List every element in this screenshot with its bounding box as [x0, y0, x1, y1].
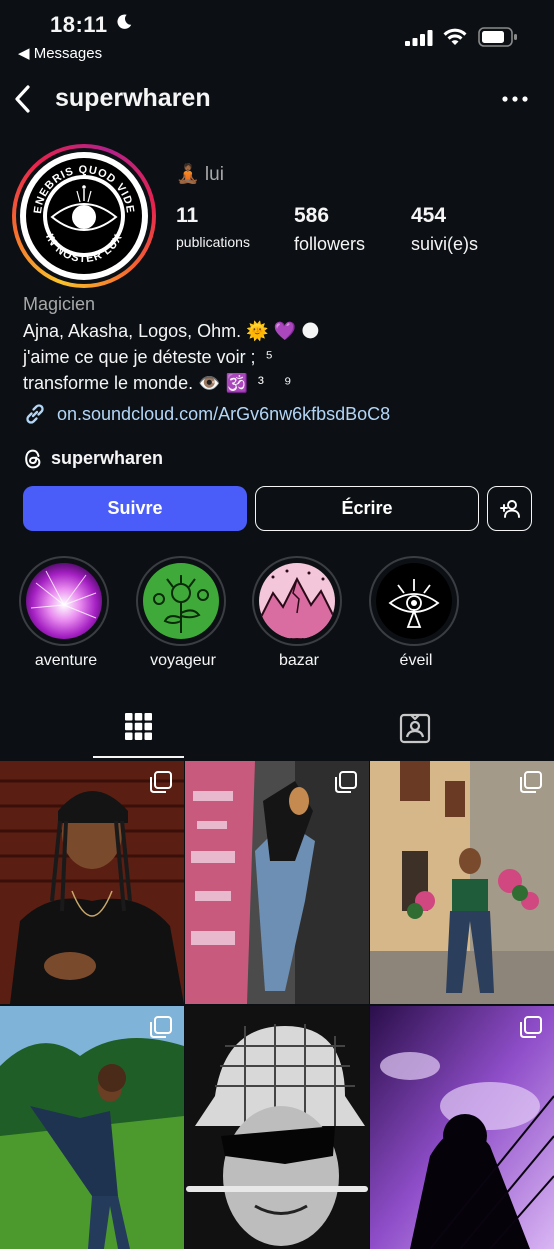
- highlight-label: éveil: [399, 652, 433, 669]
- multiple-posts-icon: [150, 771, 172, 793]
- highlight-label: bazar: [278, 652, 320, 669]
- tagged-icon: [399, 713, 431, 744]
- highlight-voyageur[interactable]: voyageur: [136, 556, 230, 670]
- post-thumbnail[interactable]: [185, 1006, 369, 1249]
- pronouns: 🧘🏾 lui: [176, 164, 224, 185]
- home-indicator[interactable]: [186, 1186, 368, 1192]
- highlight-eveil[interactable]: éveil: [369, 556, 463, 670]
- add-person-icon: [499, 499, 520, 518]
- wifi-icon: [443, 28, 467, 45]
- threads-handle: superwharen: [51, 448, 164, 468]
- stat-followers-count: 586: [294, 204, 330, 227]
- highlight-bazar-cover: [259, 563, 335, 639]
- stat-following-count: 454: [411, 204, 447, 227]
- profile-category: Magicien: [23, 294, 96, 314]
- moon-icon: [117, 14, 132, 29]
- message-button[interactable]: Écrire: [255, 486, 479, 531]
- profile-avatar-ring[interactable]: TENEBRIS QUOD VIDET IN NOSTER LUX: [12, 144, 156, 288]
- post-image: [185, 1006, 369, 1249]
- post-thumbnail[interactable]: [0, 1006, 184, 1249]
- stat-following-label: suivi(e)s: [411, 234, 479, 254]
- tab-tagged[interactable]: [277, 705, 554, 760]
- highlight-voyageur-cover: [143, 563, 219, 639]
- post-image: [370, 1006, 554, 1249]
- status-bar: 18:11 ◀ Messages: [0, 0, 554, 70]
- stat-posts-label: publications: [176, 234, 250, 250]
- avatar: TENEBRIS QUOD VIDET IN NOSTER LUX: [19, 151, 148, 280]
- highlight-label: aventure: [34, 652, 98, 669]
- stat-posts[interactable]: 11 publications: [176, 204, 250, 250]
- grid-icon: [125, 713, 152, 740]
- stat-followers-label: followers: [294, 234, 366, 254]
- post-image: [0, 761, 184, 1004]
- back-to-messages-link[interactable]: ◀ Messages: [18, 44, 102, 62]
- back-chevron-icon[interactable]: [10, 82, 36, 116]
- post-thumbnail[interactable]: [185, 761, 369, 1004]
- post-thumbnail[interactable]: [370, 761, 554, 1004]
- active-tab-indicator: [93, 756, 184, 758]
- signal-icon: [405, 30, 433, 46]
- more-icon[interactable]: [500, 92, 530, 106]
- post-thumbnail[interactable]: [370, 1006, 554, 1249]
- stat-posts-count: 11: [176, 204, 199, 227]
- multiple-posts-icon: [335, 771, 357, 793]
- status-time: 18:11: [50, 12, 108, 37]
- highlight-bazar[interactable]: bazar: [252, 556, 346, 670]
- stat-followers[interactable]: 586 followers: [294, 204, 365, 255]
- multiple-posts-icon: [520, 771, 542, 793]
- highlight-aventure-cover: [26, 563, 102, 639]
- header-username: superwharen: [55, 84, 211, 112]
- tab-posts-grid[interactable]: [0, 705, 277, 760]
- battery-icon: [478, 27, 517, 47]
- post-image: [185, 761, 369, 1004]
- highlight-label: voyageur: [150, 652, 216, 669]
- post-image: [370, 761, 554, 1004]
- suggested-accounts-button[interactable]: [487, 486, 532, 531]
- multiple-posts-icon: [520, 1016, 542, 1038]
- threads-icon: [25, 449, 41, 469]
- multiple-posts-icon: [150, 1016, 172, 1038]
- link-icon: [26, 404, 44, 424]
- post-thumbnail[interactable]: [0, 761, 184, 1004]
- profile-header: superwharen: [0, 72, 554, 124]
- post-image: [0, 1006, 184, 1249]
- stat-following[interactable]: 454 suivi(e)s: [411, 204, 478, 255]
- highlight-eveil-cover: [376, 563, 452, 639]
- follow-button[interactable]: Suivre: [23, 486, 247, 531]
- highlight-aventure[interactable]: aventure: [19, 556, 113, 670]
- bio-link-text[interactable]: on.soundcloud.com/ArGv6nw6kfbsdBoC8: [57, 404, 390, 425]
- profile-bio: Ajna, Akasha, Logos, Ohm. 🌞 💜 🌑 j'aime c…: [23, 321, 320, 393]
